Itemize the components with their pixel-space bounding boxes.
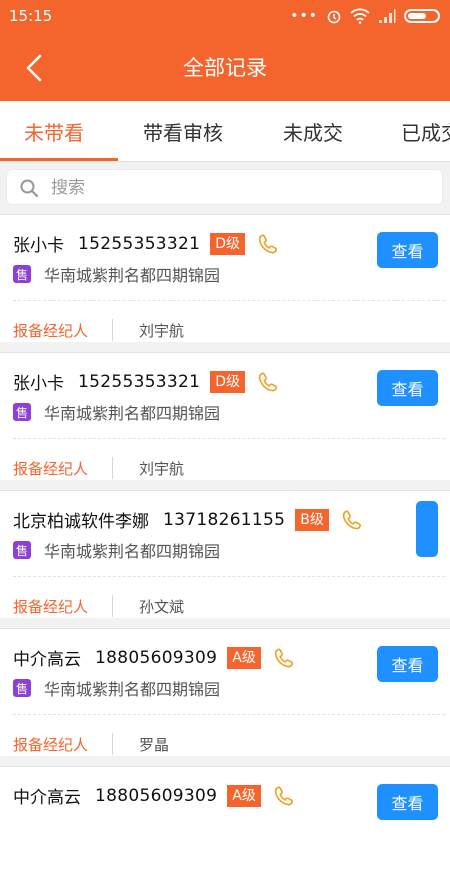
divider bbox=[13, 438, 445, 439]
record-address: 华南城紫荆名都四期锦园 bbox=[44, 266, 221, 285]
record-phone: 18805609309 bbox=[95, 785, 218, 806]
divider bbox=[13, 714, 445, 715]
sell-badge: 售 bbox=[13, 541, 31, 559]
tab-view-review[interactable]: 带看审核 bbox=[143, 117, 223, 146]
agent-line: 报备经纪人 孙文斌 bbox=[13, 595, 184, 617]
phone-icon[interactable] bbox=[273, 785, 295, 807]
sell-badge: 售 bbox=[13, 403, 31, 421]
record-card: 中介高云 18805609309 A级 售 华南城紫荆名都四期锦园 报备经纪人 … bbox=[0, 628, 450, 756]
view-button[interactable]: 查看 bbox=[377, 370, 438, 406]
agent-line: 报备经纪人 刘宇航 bbox=[13, 319, 184, 341]
record-name: 中介高云 bbox=[13, 788, 81, 808]
phone-icon[interactable] bbox=[341, 509, 363, 531]
grade-badge: D级 bbox=[210, 232, 246, 255]
agent-label: 报备经纪人 bbox=[13, 597, 89, 616]
agent-line: 报备经纪人 罗晶 bbox=[13, 733, 169, 755]
separator bbox=[112, 733, 114, 755]
record-phone: 15255353321 bbox=[78, 233, 201, 254]
agent-line: 报备经纪人 刘宇航 bbox=[13, 457, 184, 479]
divider bbox=[13, 300, 445, 301]
active-tab-indicator bbox=[0, 158, 118, 161]
agent-label: 报备经纪人 bbox=[13, 459, 89, 478]
tab-not-viewed[interactable]: 未带看 bbox=[24, 117, 84, 146]
page-title: 全部记录 bbox=[183, 56, 267, 80]
record-card: 张小卡 15255353321 D级 售 华南城紫荆名都四期锦园 报备经纪人 刘… bbox=[0, 214, 450, 342]
search-box[interactable] bbox=[6, 169, 443, 206]
alarm-icon bbox=[327, 10, 341, 24]
phone-icon[interactable] bbox=[273, 647, 295, 669]
signal-icon bbox=[379, 9, 396, 23]
agent-name: 罗晶 bbox=[139, 735, 170, 754]
separator bbox=[112, 457, 114, 479]
divider bbox=[13, 576, 445, 577]
record-name-line: 北京柏诚软件李娜 13718261155 B级 bbox=[13, 507, 363, 532]
view-button[interactable]: 查看 bbox=[377, 232, 438, 268]
grade-badge: B级 bbox=[295, 508, 329, 531]
search-bar bbox=[0, 162, 450, 214]
agent-label: 报备经纪人 bbox=[13, 321, 89, 340]
record-name-line: 张小卡 15255353321 D级 bbox=[13, 369, 279, 394]
record-name: 北京柏诚软件李娜 bbox=[13, 512, 149, 532]
agent-name: 孙文斌 bbox=[139, 597, 185, 616]
sell-badge: 售 bbox=[13, 679, 31, 697]
record-name: 张小卡 bbox=[13, 236, 64, 256]
record-name-line: 中介高云 18805609309 A级 bbox=[13, 645, 295, 670]
record-card: 北京柏诚软件李娜 13718261155 B级 售 华南城紫荆名都四期锦园 报备… bbox=[0, 490, 450, 618]
tab-closed[interactable]: 已成交 bbox=[401, 117, 450, 146]
header: 15:15 ••• 全部记录 bbox=[0, 0, 450, 101]
record-card: 张小卡 15255353321 D级 售 华南城紫荆名都四期锦园 报备经纪人 刘… bbox=[0, 352, 450, 480]
status-icons: ••• bbox=[290, 8, 440, 24]
record-phone: 18805609309 bbox=[95, 647, 218, 668]
status-time: 15:15 bbox=[9, 7, 53, 25]
status-bar: 15:15 ••• bbox=[0, 0, 450, 32]
view-button[interactable]: 查看 bbox=[377, 646, 438, 682]
view-button[interactable]: 查看 bbox=[377, 784, 438, 820]
record-name-line: 中介高云 18805609309 A级 bbox=[13, 783, 295, 808]
record-address: 华南城紫荆名都四期锦园 bbox=[44, 542, 221, 561]
separator bbox=[112, 319, 114, 341]
more-dots-icon: ••• bbox=[290, 8, 318, 24]
grade-badge: A级 bbox=[227, 784, 261, 807]
record-phone: 13718261155 bbox=[163, 509, 286, 530]
record-address-line: 售 华南城紫荆名都四期锦园 bbox=[13, 262, 220, 286]
record-name: 张小卡 bbox=[13, 374, 64, 394]
search-icon bbox=[20, 179, 39, 198]
record-card: 中介高云 18805609309 A级 查看 bbox=[0, 766, 450, 894]
agent-name: 刘宇航 bbox=[139, 321, 185, 340]
nav-bar: 全部记录 bbox=[0, 32, 450, 101]
battery-icon bbox=[404, 9, 440, 23]
grade-badge: A级 bbox=[227, 646, 261, 669]
record-address: 华南城紫荆名都四期锦园 bbox=[44, 404, 221, 423]
sell-badge: 售 bbox=[13, 265, 31, 283]
wifi-icon bbox=[350, 8, 370, 24]
agent-name: 刘宇航 bbox=[139, 459, 185, 478]
record-phone: 15255353321 bbox=[78, 371, 201, 392]
record-address: 华南城紫荆名都四期锦园 bbox=[44, 680, 221, 699]
view-button[interactable] bbox=[416, 501, 438, 557]
agent-label: 报备经纪人 bbox=[13, 735, 89, 754]
grade-badge: D级 bbox=[210, 370, 246, 393]
phone-icon[interactable] bbox=[257, 233, 279, 255]
tab-not-closed[interactable]: 未成交 bbox=[283, 117, 343, 146]
record-address-line: 售 华南城紫荆名都四期锦园 bbox=[13, 400, 220, 424]
separator bbox=[112, 595, 114, 617]
record-address-line: 售 华南城紫荆名都四期锦园 bbox=[13, 676, 220, 700]
record-address-line: 售 华南城紫荆名都四期锦园 bbox=[13, 538, 220, 562]
tab-bar: 未带看 带看审核 未成交 已成交 bbox=[0, 101, 450, 162]
record-name-line: 张小卡 15255353321 D级 bbox=[13, 231, 279, 256]
record-name: 中介高云 bbox=[13, 650, 81, 670]
search-input[interactable] bbox=[49, 170, 433, 206]
phone-icon[interactable] bbox=[257, 371, 279, 393]
